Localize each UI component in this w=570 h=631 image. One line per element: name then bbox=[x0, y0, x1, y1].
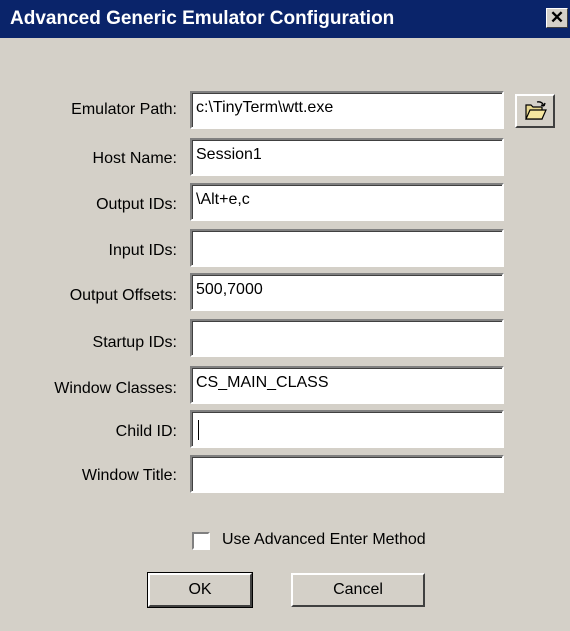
child-id-field[interactable] bbox=[190, 410, 504, 448]
emulator-path-label: Emulator Path: bbox=[71, 101, 177, 118]
output-offsets-value: 500,7000 bbox=[196, 281, 263, 298]
output-ids-field[interactable]: \Alt+e,c bbox=[190, 183, 504, 221]
output-ids-value: \Alt+e,c bbox=[196, 191, 250, 208]
startup-ids-label: Startup IDs: bbox=[92, 334, 177, 351]
output-offsets-field[interactable]: 500,7000 bbox=[190, 273, 504, 311]
window-title: Advanced Generic Emulator Configuration bbox=[10, 8, 395, 29]
window-title-label: Window Title: bbox=[81, 467, 177, 484]
window-title-field[interactable] bbox=[190, 455, 504, 493]
advanced-enter-label[interactable]: Use Advanced Enter Method bbox=[222, 531, 426, 549]
child-id-label: Child ID: bbox=[115, 423, 177, 440]
host-name-label: Host Name: bbox=[92, 150, 177, 167]
close-button[interactable]: ✕ bbox=[546, 8, 568, 28]
input-ids-label: Input IDs: bbox=[108, 242, 177, 259]
emulator-config-dialog: Advanced Generic Emulator Configuration … bbox=[0, 0, 570, 631]
output-offsets-label: Output Offsets: bbox=[69, 287, 177, 304]
window-classes-value: CS_MAIN_CLASS bbox=[196, 374, 329, 391]
folder-open-icon bbox=[525, 101, 547, 120]
close-icon: ✕ bbox=[549, 8, 565, 27]
browse-button[interactable] bbox=[515, 94, 555, 128]
cancel-button[interactable]: Cancel bbox=[291, 573, 425, 607]
emulator-path-field[interactable]: c:\TinyTerm\wtt.exe bbox=[190, 91, 504, 129]
title-bar[interactable]: Advanced Generic Emulator Configuration … bbox=[0, 0, 570, 38]
window-classes-label: Window Classes: bbox=[54, 380, 177, 397]
text-caret bbox=[198, 420, 199, 440]
host-name-value: Session1 bbox=[196, 146, 262, 163]
host-name-field[interactable]: Session1 bbox=[190, 138, 504, 176]
window-classes-field[interactable]: CS_MAIN_CLASS bbox=[190, 366, 504, 404]
ok-button[interactable]: OK bbox=[147, 572, 253, 608]
output-ids-label: Output IDs: bbox=[96, 196, 177, 213]
advanced-enter-checkbox[interactable] bbox=[192, 532, 210, 550]
startup-ids-field[interactable] bbox=[190, 319, 504, 357]
emulator-path-value: c:\TinyTerm\wtt.exe bbox=[196, 99, 334, 116]
input-ids-field[interactable] bbox=[190, 229, 504, 267]
